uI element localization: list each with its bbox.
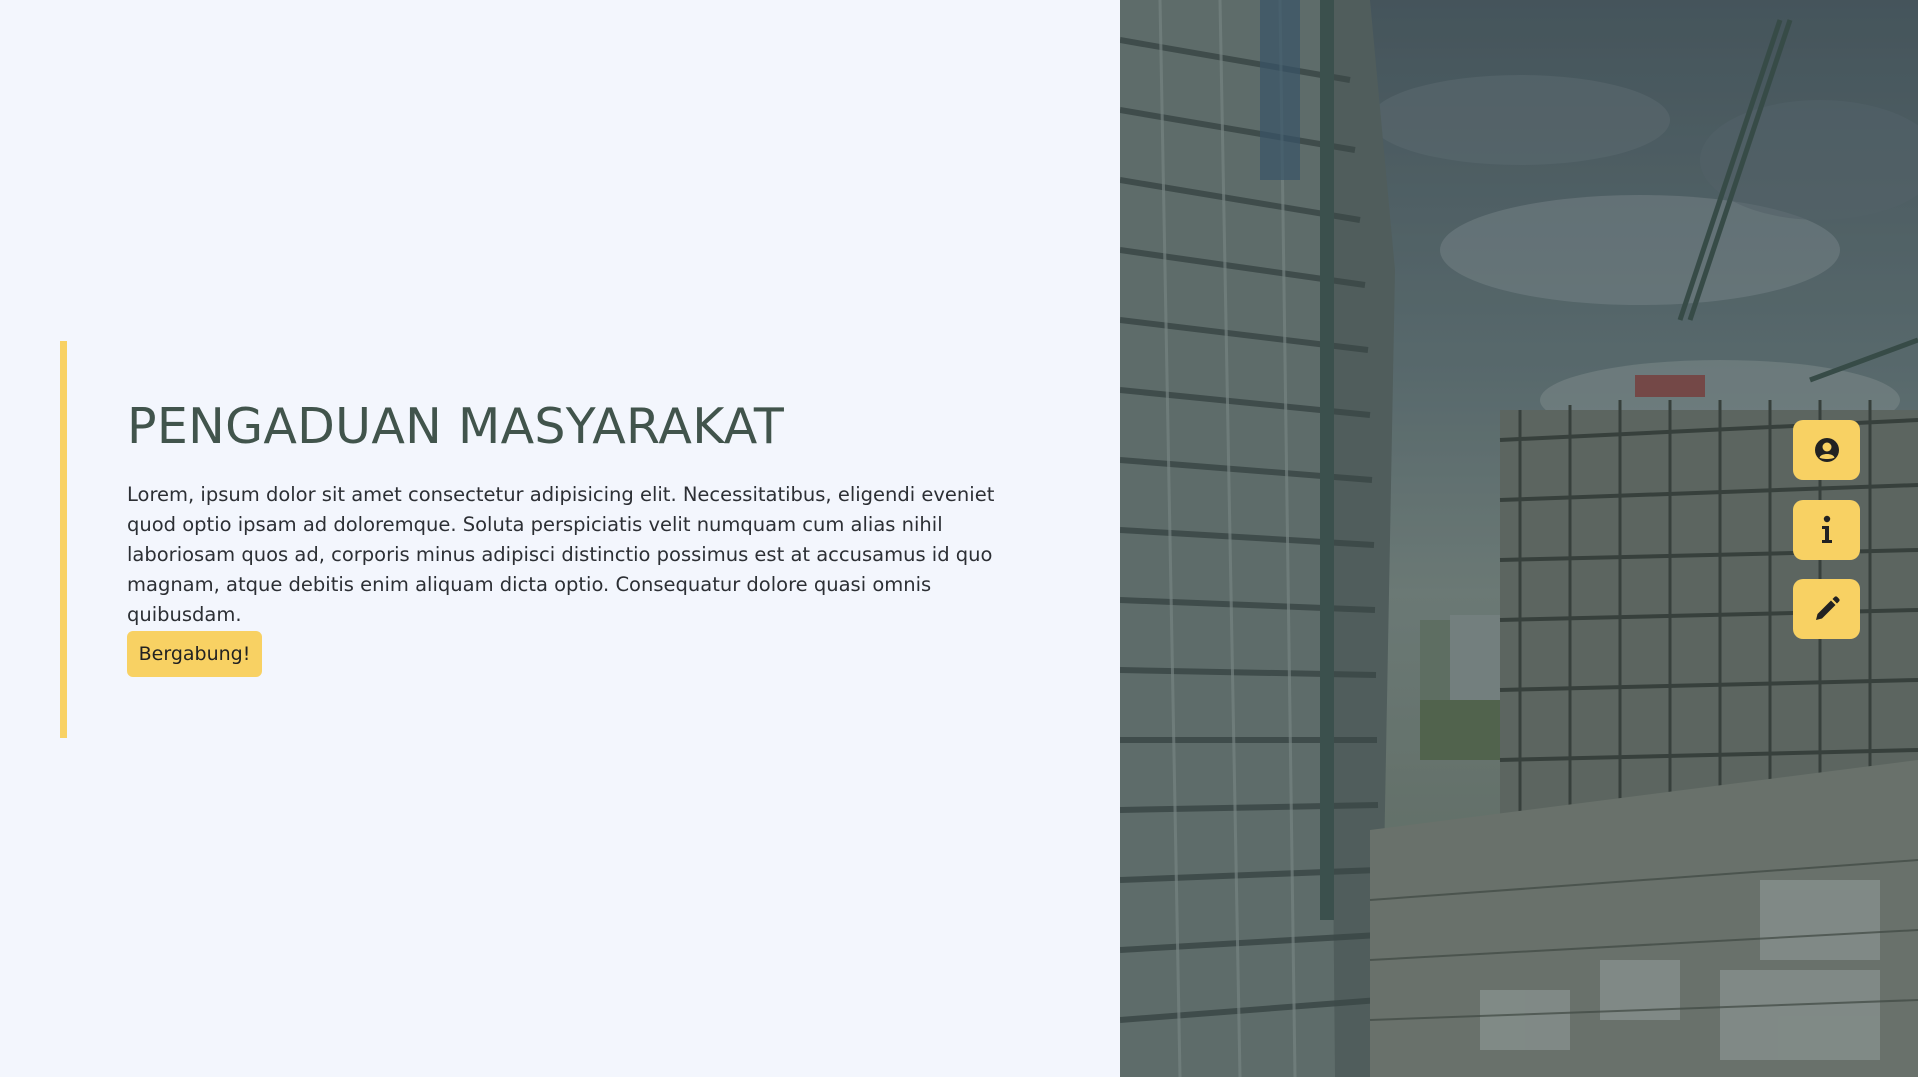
landing-page: PENGADUAN MASYARAKAT Lorem, ipsum dolor …	[0, 0, 1918, 1077]
info-fab-button[interactable]	[1793, 500, 1860, 560]
hero-section: PENGADUAN MASYARAKAT Lorem, ipsum dolor …	[0, 0, 1120, 1077]
write-complaint-fab-button[interactable]	[1793, 579, 1860, 639]
pencil-icon	[1815, 596, 1840, 620]
accent-bar	[60, 341, 67, 738]
profile-fab-button[interactable]	[1793, 420, 1860, 480]
info-icon	[1821, 515, 1832, 543]
user-circle-icon	[1814, 438, 1839, 462]
hero-description: Lorem, ipsum dolor sit amet consectetur …	[127, 483, 995, 626]
hero-title: PENGADUAN MASYARAKAT	[127, 398, 785, 455]
join-button[interactable]: Bergabung!	[127, 631, 262, 677]
